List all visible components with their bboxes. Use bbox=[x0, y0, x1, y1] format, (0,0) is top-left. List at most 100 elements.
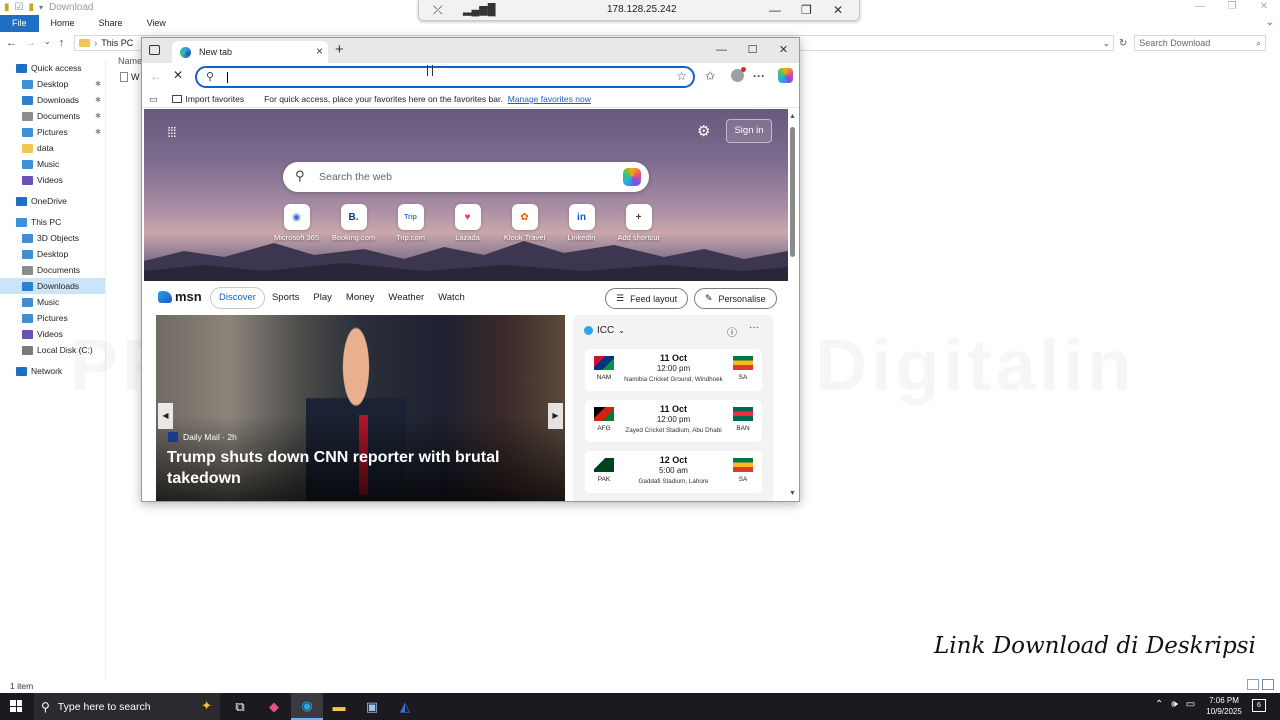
favorite-star-icon[interactable]: ☆ bbox=[676, 69, 687, 83]
taskbar-clock[interactable]: 7:06 PM 10/9/2025 bbox=[1203, 695, 1245, 717]
shortcut-lazada[interactable]: ♥ Lazada bbox=[439, 204, 496, 242]
restore-icon[interactable]: ❐ bbox=[801, 3, 812, 17]
edge-taskbar-icon[interactable]: ◉ bbox=[291, 693, 323, 720]
tab-watch[interactable]: Watch bbox=[431, 287, 472, 309]
up-arrow-icon[interactable]: ↑ bbox=[59, 37, 65, 49]
match-card[interactable]: NAM SA 11 Oct 12:00 pm Namibia Cricket Groun… bbox=[585, 349, 762, 391]
tab-money[interactable]: Money bbox=[339, 287, 382, 309]
carousel-next-icon[interactable]: ▶ bbox=[548, 403, 563, 429]
unpin-icon[interactable]: ⤫ bbox=[433, 3, 443, 18]
shortcut-booking-com[interactable]: B. Booking.com bbox=[325, 204, 382, 242]
notification-center-icon[interactable]: 6 bbox=[1252, 699, 1266, 712]
apps-grid-icon[interactable]: ⁞⁞⁞ bbox=[167, 124, 177, 140]
tab-new-tab[interactable]: New tab × bbox=[172, 41, 328, 63]
tab-play[interactable]: Play bbox=[306, 287, 338, 309]
close-tab-icon[interactable]: × bbox=[316, 44, 323, 58]
file-explorer-taskbar-icon[interactable]: ▬ bbox=[323, 693, 355, 720]
sidebar-item-documents[interactable]: Documents ✱ bbox=[0, 108, 105, 124]
sidebar-item-pictures[interactable]: Pictures ✱ bbox=[0, 124, 105, 140]
shortcut-klook-travel[interactable]: ✿ Klook Travel bbox=[496, 204, 553, 242]
copilot-icon[interactable] bbox=[623, 168, 641, 186]
chevron-down-icon[interactable]: ▾ bbox=[39, 3, 43, 12]
large-icons-view-icon[interactable] bbox=[1262, 679, 1274, 690]
start-button[interactable] bbox=[10, 700, 22, 712]
web-search-box[interactable]: ⚲ Search the web bbox=[283, 162, 649, 192]
carousel-prev-icon[interactable]: ◀ bbox=[158, 403, 173, 429]
explorer-search-box[interactable]: Search Download ⌕ bbox=[1134, 35, 1267, 51]
sidebar-item-3d-objects[interactable]: 3D Objects bbox=[0, 230, 105, 246]
refresh-icon[interactable]: ↻ bbox=[1116, 38, 1130, 49]
list-item[interactable]: W bbox=[112, 72, 142, 82]
settings-gear-icon[interactable]: ⚙ bbox=[697, 122, 710, 140]
ribbon-tab-home[interactable]: Home bbox=[39, 15, 87, 32]
details-view-icon[interactable] bbox=[1247, 679, 1259, 690]
shortcut-linkedin[interactable]: in Linkedin bbox=[553, 204, 610, 242]
back-arrow-icon[interactable]: ← bbox=[150, 69, 162, 83]
favorites-icon[interactable]: ✩ bbox=[705, 69, 715, 83]
page-scrollbar[interactable]: ▲ ▼ bbox=[788, 111, 797, 499]
sidebar-item-this-pc[interactable]: This PC bbox=[0, 214, 105, 230]
profile-avatar[interactable] bbox=[731, 67, 746, 82]
shortcut-add-shortcut[interactable]: + Add shortcut bbox=[610, 204, 667, 242]
column-header-name[interactable]: Name bbox=[118, 56, 142, 66]
personalise-button[interactable]: ✎ Personalise bbox=[694, 288, 777, 309]
minimize-icon[interactable]: — bbox=[769, 3, 781, 17]
task-view-icon[interactable]: ⧉ bbox=[224, 693, 256, 720]
tray-chevron-up-icon[interactable]: ⌃ bbox=[1155, 699, 1163, 710]
recent-chevron-icon[interactable]: ⌄ bbox=[44, 37, 51, 49]
new-folder-icon[interactable]: ▮ bbox=[28, 2, 34, 13]
scroll-up-icon[interactable]: ▲ bbox=[789, 113, 796, 120]
breadcrumb-this-pc[interactable]: This PC bbox=[101, 38, 133, 48]
stop-loading-icon[interactable]: ✕ bbox=[173, 68, 183, 82]
volume-icon[interactable]: 🕪 bbox=[1171, 699, 1177, 710]
address-input[interactable] bbox=[229, 69, 669, 85]
close-icon[interactable]: ✕ bbox=[768, 38, 799, 62]
address-dropdown-icon[interactable]: ⌄ bbox=[1103, 38, 1111, 49]
news-headline[interactable]: Trump shuts down CNN reporter with bruta… bbox=[167, 447, 547, 489]
feed-layout-button[interactable]: ☰ Feed layout bbox=[605, 288, 689, 309]
manage-favorites-link[interactable]: Manage favorites now bbox=[508, 94, 591, 104]
sidebar-item-downloads[interactable]: Downloads bbox=[0, 278, 105, 294]
properties-icon[interactable]: ☑ bbox=[15, 2, 24, 13]
back-arrow-icon[interactable]: ← bbox=[6, 37, 17, 49]
scroll-thumb[interactable] bbox=[790, 127, 795, 257]
copilot-taskbar-icon[interactable]: ◆ bbox=[258, 693, 290, 720]
match-card[interactable]: PAK SA 12 Oct 5:00 am Gaddafi Stadium, Lahor… bbox=[585, 451, 762, 493]
shortcut-microsoft-365[interactable]: ◉ Microsoft 365 bbox=[268, 204, 325, 242]
workspaces-icon[interactable] bbox=[149, 45, 160, 55]
icc-header[interactable]: ICC ⌄ bbox=[584, 325, 625, 336]
remote-desktop-taskbar-icon[interactable]: ▣ bbox=[356, 693, 388, 720]
msn-logo[interactable]: msn bbox=[158, 289, 202, 304]
shortcut-trip-com[interactable]: Trip Trip.com bbox=[382, 204, 439, 242]
app-taskbar-icon[interactable]: ◭ bbox=[389, 693, 421, 720]
copilot-icon[interactable] bbox=[778, 68, 793, 83]
sidebar-item-desktop[interactable]: Desktop bbox=[0, 246, 105, 262]
sidebar-item-onedrive[interactable]: OneDrive bbox=[0, 193, 105, 209]
info-icon[interactable]: ⓘ bbox=[727, 324, 737, 339]
forward-arrow-icon[interactable]: → bbox=[25, 37, 36, 49]
new-tab-button[interactable]: + bbox=[335, 41, 344, 58]
address-bar[interactable]: ⚲ ☆ bbox=[195, 66, 695, 88]
minimize-icon[interactable]: — bbox=[706, 38, 737, 62]
maximize-icon[interactable]: ☐ bbox=[737, 38, 768, 62]
sidebar-item-downloads[interactable]: Downloads ✱ bbox=[0, 92, 105, 108]
minimize-icon[interactable]: — bbox=[1184, 0, 1216, 14]
restore-icon[interactable]: ❐ bbox=[1216, 0, 1248, 14]
ribbon-tab-file[interactable]: File bbox=[0, 15, 39, 32]
sign-in-button[interactable]: Sign in bbox=[726, 119, 772, 143]
sidebar-item-desktop[interactable]: Desktop ✱ bbox=[0, 76, 105, 92]
sidebar-item-documents[interactable]: Documents bbox=[0, 262, 105, 278]
sidebar-item-pictures[interactable]: Pictures bbox=[0, 310, 105, 326]
match-card[interactable]: AFG BAN 11 Oct 12:00 pm Zayed Cricket Stadiu… bbox=[585, 400, 762, 442]
sidebar-item-music[interactable]: Music bbox=[0, 294, 105, 310]
sidebar-item-quick-access[interactable]: Quick access bbox=[0, 60, 105, 76]
tab-weather[interactable]: Weather bbox=[381, 287, 431, 309]
ribbon-tab-share[interactable]: Share bbox=[87, 15, 135, 32]
import-favorites-button[interactable]: Import favorites bbox=[171, 94, 244, 104]
sidebar-item-videos[interactable]: Videos bbox=[0, 172, 105, 188]
ribbon-tab-view[interactable]: View bbox=[135, 15, 178, 32]
close-icon[interactable]: ✕ bbox=[833, 3, 843, 17]
tab-discover[interactable]: Discover bbox=[210, 287, 265, 309]
collections-icon[interactable]: ▭ bbox=[149, 94, 158, 105]
more-options-icon[interactable]: ··· bbox=[753, 69, 765, 83]
